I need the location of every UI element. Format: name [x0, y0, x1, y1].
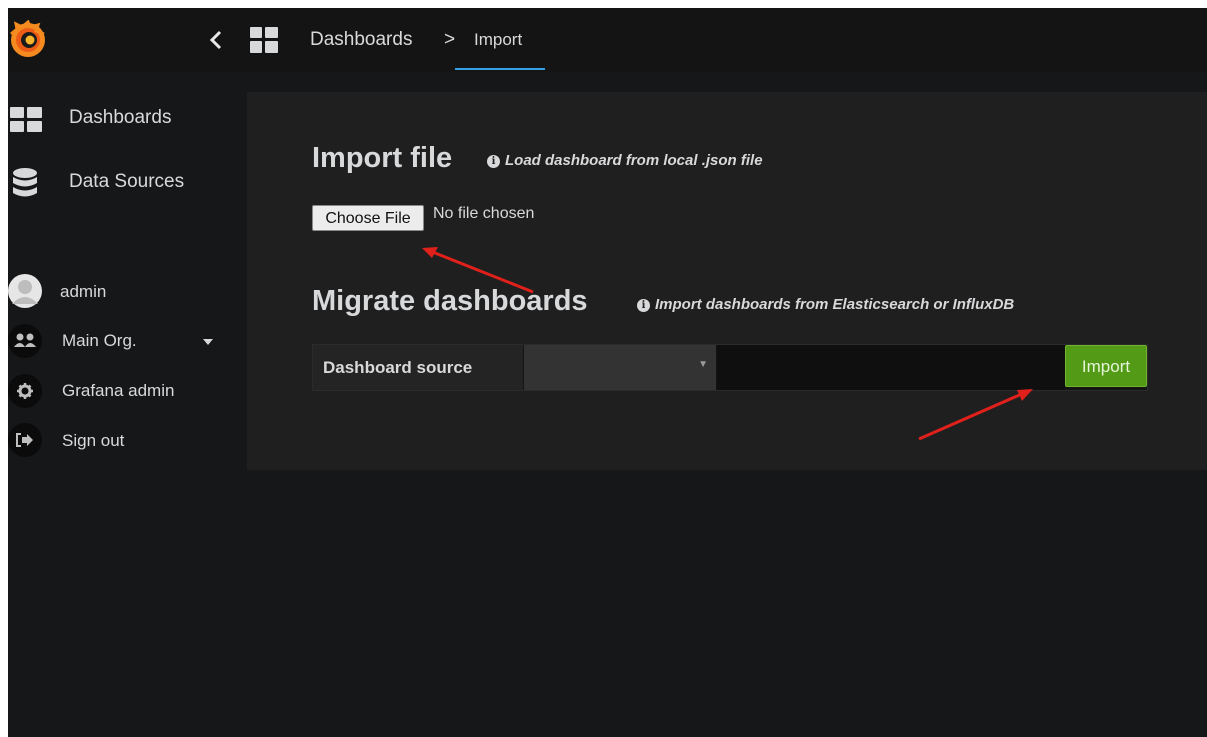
annotation-arrow-import [918, 389, 1033, 441]
grafana-app: Dashboards > Import Dashboards Data Sour… [8, 8, 1207, 737]
annotation-arrow-choose-file [422, 247, 534, 294]
annotation-arrows [422, 247, 1033, 441]
